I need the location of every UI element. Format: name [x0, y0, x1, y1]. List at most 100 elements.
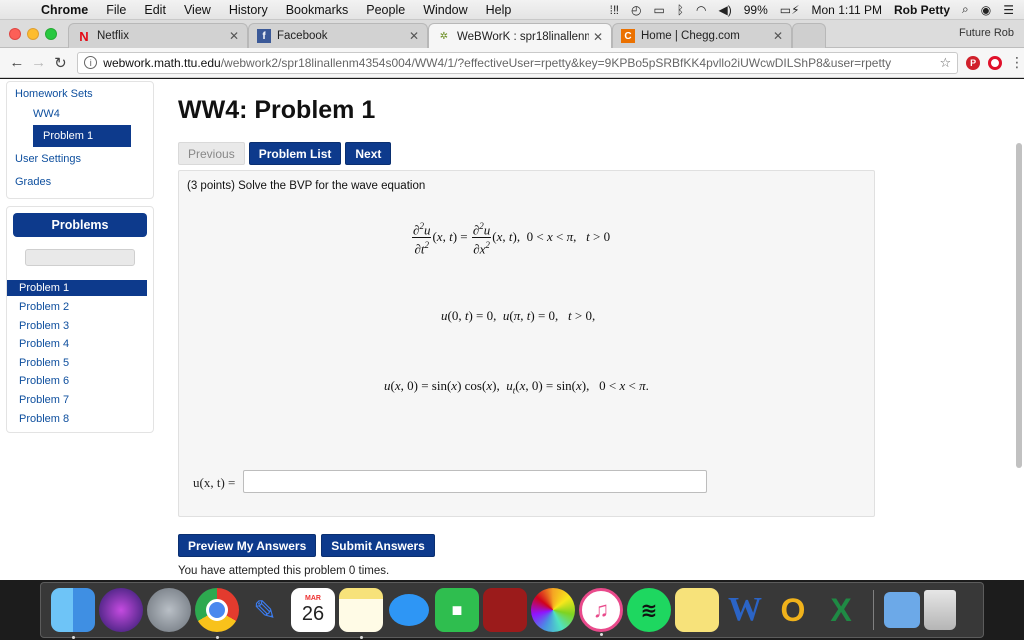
- facebook-icon: f: [257, 29, 271, 43]
- battery-icon[interactable]: ▭⚡: [780, 3, 800, 17]
- chrome-icon[interactable]: [195, 588, 239, 639]
- calendar-icon[interactable]: MAR 26: [291, 588, 335, 632]
- outlook-icon[interactable]: O: [771, 588, 815, 632]
- airplay-icon[interactable]: ▭: [653, 3, 664, 17]
- launchpad-icon[interactable]: [147, 588, 191, 632]
- page-title: WW4: Problem 1: [178, 96, 376, 124]
- photo-booth-icon[interactable]: [483, 588, 527, 632]
- spotify-icon[interactable]: ≋: [627, 588, 671, 632]
- problem-link-5[interactable]: Problem 5: [7, 354, 153, 373]
- close-window-button[interactable]: [9, 28, 21, 40]
- preview-answers-button[interactable]: Preview My Answers: [178, 534, 317, 557]
- problem-link-8[interactable]: Problem 8: [7, 410, 153, 429]
- wave-equation: ∂2u ∂t2 (x, t) = ∂2u ∂x2 (x, t), 0 < x < π, …: [412, 221, 611, 257]
- word-icon[interactable]: W: [723, 588, 767, 632]
- back-arrow-icon[interactable]: ←: [6, 54, 28, 71]
- info-icon[interactable]: i: [84, 56, 98, 69]
- volume-icon[interactable]: ◀): [718, 3, 731, 17]
- sidebar-user-settings[interactable]: User Settings: [15, 151, 153, 167]
- sidebar-homework-sets[interactable]: Homework Sets: [15, 86, 153, 102]
- menu-file[interactable]: File: [97, 3, 135, 17]
- trash-icon[interactable]: [924, 590, 956, 630]
- problems-progress-bar: [25, 249, 135, 266]
- bluetooth-icon[interactable]: ᛒ: [677, 3, 684, 17]
- pen-app-icon[interactable]: ✎: [243, 588, 287, 632]
- problem-link-3[interactable]: Problem 3: [7, 317, 153, 336]
- menu-clock[interactable]: Mon 1:11 PM: [812, 3, 882, 17]
- excel-icon[interactable]: X: [819, 588, 863, 632]
- forward-arrow-icon[interactable]: →: [28, 54, 50, 71]
- notes-icon[interactable]: [339, 588, 383, 639]
- url-host: webwork.math.ttu.edu: [103, 55, 221, 70]
- problem-link-2[interactable]: Problem 2: [7, 298, 153, 317]
- problem-link-7[interactable]: Problem 7: [7, 391, 153, 410]
- time-machine-icon[interactable]: ◴: [631, 3, 641, 17]
- chegg-icon: C: [621, 29, 635, 43]
- problem-link-1[interactable]: Problem 1: [7, 280, 147, 296]
- finder-icon[interactable]: [51, 588, 95, 639]
- previous-button[interactable]: Previous: [178, 142, 245, 165]
- messages-icon[interactable]: [387, 588, 431, 632]
- menu-history[interactable]: History: [220, 3, 277, 17]
- facetime-icon[interactable]: ■: [435, 588, 479, 632]
- siri-app-icon[interactable]: [99, 588, 143, 632]
- menu-people[interactable]: People: [357, 3, 414, 17]
- bookmark-star-icon[interactable]: ☆: [940, 55, 952, 71]
- reload-icon[interactable]: ↻: [50, 54, 72, 72]
- browser-tab-strip: N Netflix ✕ f Facebook ✕ ✲ WeBWorK : spr…: [0, 20, 1024, 49]
- vertical-scrollbar[interactable]: [1016, 143, 1022, 468]
- menu-bookmarks[interactable]: Bookmarks: [277, 3, 358, 17]
- close-icon[interactable]: ✕: [229, 29, 239, 43]
- webwork-icon: ✲: [439, 31, 449, 42]
- menu-app-name[interactable]: Chrome: [32, 3, 97, 17]
- submit-answers-button[interactable]: Submit Answers: [321, 534, 435, 557]
- next-button[interactable]: Next: [345, 142, 392, 165]
- itunes-icon[interactable]: ♫: [579, 588, 623, 636]
- calendar-month: MAR: [305, 595, 321, 602]
- browser-menu-icon[interactable]: ⋮: [1010, 54, 1024, 71]
- tab-chegg[interactable]: C Home | Chegg.com ✕: [612, 23, 792, 48]
- menu-view[interactable]: View: [175, 3, 220, 17]
- tab-webwork[interactable]: ✲ WeBWorK : spr18linallenm435 ✕: [428, 23, 612, 49]
- battery-percent[interactable]: 99%: [744, 3, 768, 17]
- zoom-window-button[interactable]: [45, 28, 57, 40]
- close-icon[interactable]: ✕: [593, 30, 603, 44]
- problem-list-button[interactable]: Problem List: [248, 142, 342, 165]
- menu-user[interactable]: Rob Petty: [894, 3, 950, 17]
- close-icon[interactable]: ✕: [409, 29, 419, 43]
- siri-icon[interactable]: ◉: [981, 3, 991, 17]
- tab-netflix[interactable]: N Netflix ✕: [68, 23, 248, 48]
- opera-extension-icon[interactable]: [988, 55, 1002, 70]
- sidebar: Homework Sets WW4 Problem 1 User Setting…: [6, 81, 154, 434]
- stickies-icon[interactable]: [675, 588, 719, 632]
- problem-link-6[interactable]: Problem 6: [7, 372, 153, 391]
- macos-menu-bar: Chrome File Edit View History Bookmarks …: [0, 0, 1024, 20]
- pinterest-extension-icon[interactable]: P: [966, 55, 981, 70]
- problem-link-4[interactable]: Problem 4: [7, 335, 153, 354]
- tab-title: Home | Chegg.com: [641, 30, 740, 42]
- close-icon[interactable]: ✕: [773, 29, 783, 43]
- problem-statement: (3 points) Solve the BVP for the wave eq…: [187, 180, 426, 192]
- dock-separator: [873, 590, 874, 630]
- sidebar-current-problem[interactable]: Problem 1: [33, 125, 131, 147]
- downloads-folder-icon[interactable]: [884, 592, 920, 628]
- spotlight-search-icon[interactable]: ⌕: [962, 2, 969, 17]
- menu-help[interactable]: Help: [477, 3, 521, 17]
- status-extension-icon[interactable]: ⁞‼: [610, 3, 619, 17]
- webwork-page: Homework Sets WW4 Problem 1 User Setting…: [0, 79, 1024, 580]
- new-tab-button[interactable]: [792, 23, 826, 48]
- address-bar[interactable]: i webwork.math.ttu.edu/webwork2/spr18lin…: [77, 51, 959, 74]
- notification-center-icon[interactable]: ☰: [1003, 3, 1014, 17]
- menu-edit[interactable]: Edit: [135, 3, 175, 17]
- sidebar-grades[interactable]: Grades: [15, 174, 153, 190]
- attempt-count: You have attempted this problem 0 times.: [178, 565, 390, 577]
- tab-facebook[interactable]: f Facebook ✕: [248, 23, 428, 48]
- photos-icon[interactable]: [531, 588, 575, 632]
- wifi-icon[interactable]: ◠: [696, 3, 706, 17]
- url-path: /webwork2/spr18linallenm4354s004/WW4/1/?…: [220, 55, 892, 70]
- minimize-window-button[interactable]: [27, 28, 39, 40]
- answer-input[interactable]: [243, 470, 707, 493]
- menu-window[interactable]: Window: [414, 3, 476, 17]
- sidebar-set-ww4[interactable]: WW4: [33, 106, 153, 122]
- profile-name[interactable]: Future Rob: [959, 27, 1014, 39]
